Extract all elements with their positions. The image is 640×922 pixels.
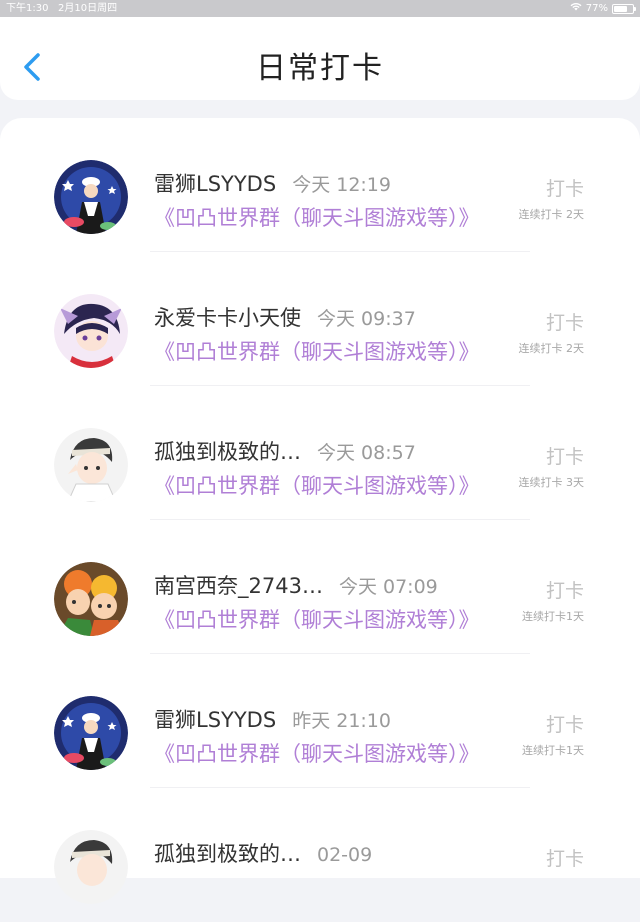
group-link[interactable]: 《凹凸世界群（聊天斗图游戏等）》: [154, 336, 480, 366]
post-time: 今天 07:09: [338, 576, 438, 598]
name-time-line: 南宫西奈_2743… 今天 07:09: [154, 570, 438, 600]
group-link[interactable]: 《凹凸世界群（聊天斗图游戏等）》: [154, 202, 480, 232]
status-time-date: 下午1:30 2月10日周四: [6, 0, 117, 17]
list-item[interactable]: 南宫西奈_2743… 今天 07:09 《凹凸世界群（聊天斗图游戏等）》 打卡 …: [0, 520, 640, 654]
streak-label: 连续打卡 2天: [518, 208, 585, 221]
post-time: 今天 09:37: [317, 308, 416, 330]
checkin-button[interactable]: 打卡: [546, 576, 584, 603]
wifi-icon: [570, 0, 582, 17]
streak-label: 连续打卡 3天: [518, 476, 585, 489]
user-avatar-image: [54, 160, 128, 234]
list-item[interactable]: 雷狮LSYYDS 今天 12:19 《凹凸世界群（聊天斗图游戏等）》 打卡 连续…: [0, 118, 640, 252]
user-name[interactable]: 雷狮LSYYDS: [154, 168, 276, 198]
user-avatar-image: [54, 696, 128, 770]
name-time-line: 雷狮LSYYDS 今天 12:19: [154, 168, 391, 198]
top-navigation-bar: 日常打卡: [0, 17, 640, 100]
status-time: 下午1:30: [6, 3, 49, 14]
user-name[interactable]: 南宫西奈_2743…: [154, 570, 323, 600]
page-title: 日常打卡: [256, 51, 384, 86]
post-time: 02-09: [317, 844, 373, 866]
list-item[interactable]: 雷狮LSYYDS 昨天 21:10 《凹凸世界群（聊天斗图游戏等）》 打卡 连续…: [0, 654, 640, 788]
post-time: 今天 12:19: [292, 174, 391, 196]
checkin-button[interactable]: 打卡: [546, 442, 584, 469]
user-avatar-image: [54, 428, 128, 502]
user-avatar-image: [54, 830, 128, 904]
user-name[interactable]: 永爱卡卡小天使: [154, 302, 301, 332]
name-time-line: 永爱卡卡小天使 今天 09:37: [154, 302, 416, 332]
streak-label: 连续打卡 2天: [518, 342, 585, 355]
checkin-button[interactable]: 打卡: [546, 174, 584, 201]
status-indicators: 77%: [570, 0, 636, 17]
user-avatar-image: [54, 562, 128, 636]
user-avatar-image: [54, 294, 128, 368]
status-bar: 下午1:30 2月10日周四 77%: [0, 0, 640, 17]
user-name[interactable]: 孤独到极致的…: [154, 838, 301, 868]
avatar[interactable]: [54, 696, 128, 770]
streak-label: 连续打卡1天: [522, 610, 584, 623]
name-time-line: 孤独到极致的… 02-09: [154, 838, 372, 868]
avatar[interactable]: [54, 160, 128, 234]
group-link[interactable]: 《凹凸世界群（聊天斗图游戏等）》: [154, 470, 480, 500]
battery-icon: [612, 3, 636, 14]
avatar[interactable]: [54, 428, 128, 502]
user-name[interactable]: 孤独到极致的…: [154, 436, 301, 466]
status-date: 2月10日周四: [58, 3, 118, 14]
post-time: 昨天 21:10: [292, 710, 391, 732]
checkin-button[interactable]: 打卡: [546, 710, 584, 737]
avatar[interactable]: [54, 830, 128, 904]
streak-label: 连续打卡1天: [522, 744, 584, 757]
group-link[interactable]: 《凹凸世界群（聊天斗图游戏等）》: [154, 738, 480, 768]
list-item[interactable]: 孤独到极致的… 今天 08:57 《凹凸世界群（聊天斗图游戏等）》 打卡 连续打…: [0, 386, 640, 520]
name-time-line: 孤独到极致的… 今天 08:57: [154, 436, 416, 466]
group-link[interactable]: 《凹凸世界群（聊天斗图游戏等）》: [154, 604, 480, 634]
avatar[interactable]: [54, 562, 128, 636]
avatar[interactable]: [54, 294, 128, 368]
checkin-button[interactable]: 打卡: [546, 844, 584, 871]
name-time-line: 雷狮LSYYDS 昨天 21:10: [154, 704, 391, 734]
checkin-button[interactable]: 打卡: [546, 308, 584, 335]
user-name[interactable]: 雷狮LSYYDS: [154, 704, 276, 734]
battery-percent: 77%: [585, 3, 608, 14]
post-time: 今天 08:57: [317, 442, 416, 464]
checkin-feed: 雷狮LSYYDS 今天 12:19 《凹凸世界群（聊天斗图游戏等）》 打卡 连续…: [0, 118, 640, 904]
list-item[interactable]: 孤独到极致的… 02-09 打卡: [0, 788, 640, 922]
list-item[interactable]: 永爱卡卡小天使 今天 09:37 《凹凸世界群（聊天斗图游戏等）》 打卡 连续打…: [0, 252, 640, 386]
